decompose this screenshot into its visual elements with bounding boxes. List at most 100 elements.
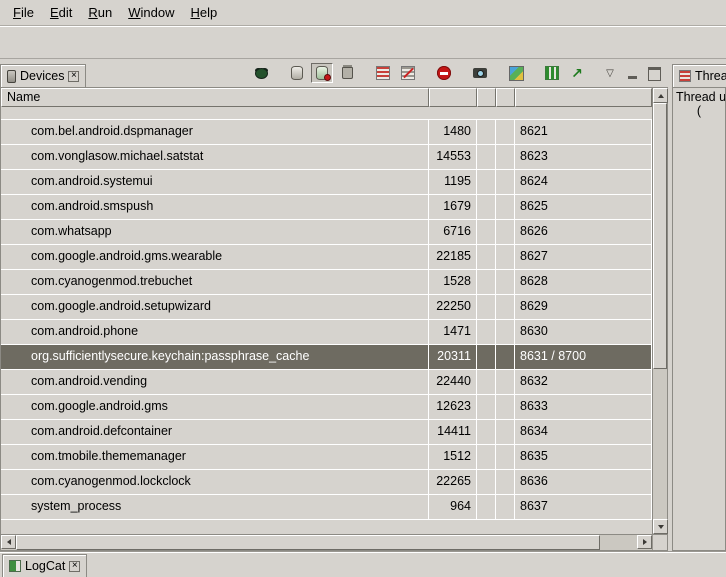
debug-process-icon[interactable] (250, 63, 272, 83)
process-row[interactable]: org.sufficientlysecure.keychain:passphra… (1, 345, 652, 370)
stop-process-icon[interactable] (433, 63, 455, 83)
process-port: 8636 (515, 470, 652, 494)
thread-updates-icon[interactable] (541, 63, 563, 83)
process-row[interactable]: com.cyanogenmod.trebuchet 1528 8628 (1, 270, 652, 295)
process-blank2 (496, 170, 515, 194)
column-header-blank1[interactable] (477, 88, 496, 107)
process-port: 8626 (515, 220, 652, 244)
process-blank1 (477, 395, 496, 419)
process-row[interactable]: system_process 964 8637 (1, 495, 652, 520)
process-row[interactable]: com.android.defcontainer 14411 8634 (1, 420, 652, 445)
process-port: 8631 / 8700 (515, 345, 652, 369)
process-port: 8628 (515, 270, 652, 294)
process-port: 8621 (515, 120, 652, 144)
process-blank1 (477, 495, 496, 519)
process-port: 8625 (515, 195, 652, 219)
menu-item-window[interactable]: Window (120, 2, 182, 23)
process-row[interactable]: com.android.phone 1471 8630 (1, 320, 652, 345)
menu-item-help[interactable]: Help (182, 2, 225, 23)
column-header-name[interactable]: Name (1, 88, 429, 107)
process-blank1 (477, 195, 496, 219)
process-port: 8629 (515, 295, 652, 319)
menu-item-file[interactable]: File (5, 2, 42, 23)
heap-updates-icon[interactable] (311, 63, 333, 83)
horizontal-scroll-track[interactable] (16, 535, 637, 550)
process-package: com.cyanogenmod.trebuchet (1, 270, 429, 294)
process-row[interactable]: com.android.vending 22440 8632 (1, 370, 652, 395)
stop-method-profiling-icon[interactable] (397, 63, 419, 83)
vertical-scroll-track[interactable] (653, 103, 667, 519)
system-info-icon[interactable] (505, 63, 527, 83)
network-stats-icon[interactable] (566, 63, 588, 83)
close-icon[interactable]: × (68, 71, 79, 82)
tab-threads[interactable]: Threa (672, 64, 726, 87)
process-pid: 1471 (429, 320, 477, 344)
logcat-icon (9, 560, 21, 572)
threads-message-line2: ( (673, 104, 725, 118)
vertical-scrollbar[interactable] (652, 88, 667, 534)
menu-item-edit[interactable]: Edit (42, 2, 80, 23)
process-pid: 22265 (429, 470, 477, 494)
process-row[interactable]: com.whatsapp 6716 8626 (1, 220, 652, 245)
process-row[interactable]: com.cyanogenmod.lockclock 22265 8636 (1, 470, 652, 495)
process-blank2 (496, 320, 515, 344)
view-menu-icon[interactable] (602, 67, 618, 81)
process-row[interactable]: com.vonglasow.michael.satstat 14553 8623 (1, 145, 652, 170)
process-port: 8635 (515, 445, 652, 469)
close-icon[interactable]: × (69, 561, 80, 572)
maximize-icon[interactable] (646, 67, 662, 81)
table-header: Name (1, 88, 652, 107)
process-row[interactable]: com.google.android.setupwizard 22250 862… (1, 295, 652, 320)
process-package: com.google.android.setupwizard (1, 295, 429, 319)
update-threads-icon[interactable] (372, 63, 394, 83)
process-row[interactable]: com.android.systemui 1195 8624 (1, 170, 652, 195)
process-blank1 (477, 170, 496, 194)
scroll-up-button[interactable] (653, 88, 668, 103)
scroll-right-button[interactable] (637, 535, 652, 549)
tab-logcat[interactable]: LogCat × (2, 554, 87, 577)
column-header-blank2[interactable] (496, 88, 515, 107)
tab-devices[interactable]: Devices × (0, 64, 86, 87)
process-port: 8627 (515, 245, 652, 269)
process-package: com.vonglasow.michael.satstat (1, 145, 429, 169)
process-blank2 (496, 245, 515, 269)
threads-icon (679, 70, 691, 82)
scroll-down-button[interactable] (653, 519, 668, 534)
process-pid: 6716 (429, 220, 477, 244)
process-blank2 (496, 370, 515, 394)
process-blank1 (477, 370, 496, 394)
column-header-port[interactable] (515, 88, 652, 107)
process-port: 8623 (515, 145, 652, 169)
process-pid: 1512 (429, 445, 477, 469)
process-package: com.bel.android.dspmanager (1, 120, 429, 144)
process-pid: 1528 (429, 270, 477, 294)
vertical-scroll-thumb[interactable] (653, 103, 667, 369)
process-package: com.google.android.gms.wearable (1, 245, 429, 269)
scroll-left-button[interactable] (1, 535, 16, 549)
process-pid: 22185 (429, 245, 477, 269)
process-package: com.android.phone (1, 320, 429, 344)
minimize-icon[interactable] (624, 67, 640, 81)
process-package: com.whatsapp (1, 220, 429, 244)
process-row[interactable]: com.google.android.gms.wearable 22185 86… (1, 245, 652, 270)
column-header-pid[interactable] (429, 88, 477, 107)
process-row[interactable]: com.google.android.gms 12623 8633 (1, 395, 652, 420)
logcat-bar: LogCat × (0, 551, 726, 577)
menu-item-run[interactable]: Run (80, 2, 120, 23)
process-row[interactable]: com.tmobile.thememanager 1512 8635 (1, 445, 652, 470)
process-blank1 (477, 445, 496, 469)
process-blank2 (496, 120, 515, 144)
process-pid: 14553 (429, 145, 477, 169)
horizontal-scrollbar[interactable] (0, 535, 668, 551)
process-blank2 (496, 295, 515, 319)
process-list: com.bel.android.dspmanager 1480 8621 com… (1, 107, 652, 534)
process-row[interactable]: com.bel.android.dspmanager 1480 8621 (1, 120, 652, 145)
process-pid: 1480 (429, 120, 477, 144)
update-heap-icon[interactable] (286, 63, 308, 83)
main-area: Devices × Name (0, 59, 726, 551)
process-row[interactable]: com.android.smspush 1679 8625 (1, 195, 652, 220)
horizontal-scroll-thumb[interactable] (16, 535, 600, 550)
process-blank2 (496, 420, 515, 444)
cause-gc-icon[interactable] (336, 63, 358, 83)
screen-capture-icon[interactable] (469, 63, 491, 83)
